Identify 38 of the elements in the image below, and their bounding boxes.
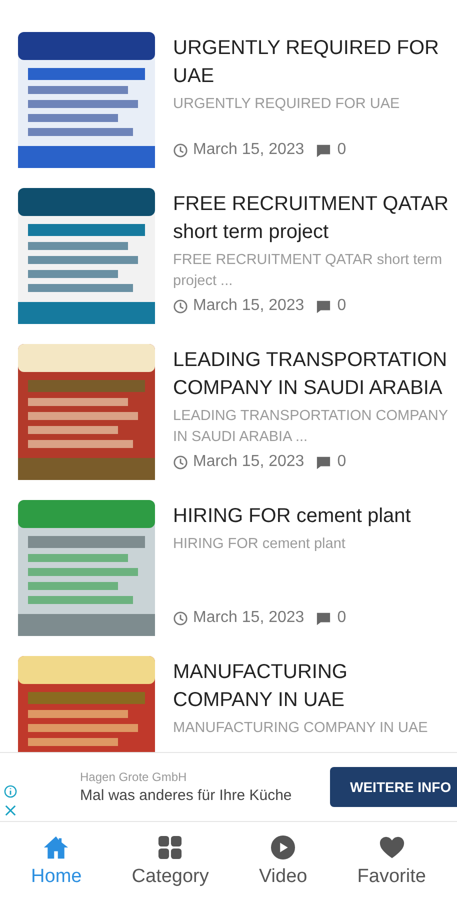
nav-tab[interactable]: Category	[132, 834, 209, 888]
post-title[interactable]: URGENTLY REQUIRED FOR UAE	[173, 34, 451, 90]
comment-icon	[316, 610, 332, 626]
comment-icon	[316, 142, 332, 158]
play-icon	[270, 834, 296, 860]
comment-count: 0	[337, 608, 346, 628]
clock-icon	[173, 610, 188, 626]
post-title[interactable]: FREE RECRUITMENT QATAR short term project	[173, 190, 451, 246]
ad-cta-button[interactable]: WEITERE INFO	[330, 767, 457, 807]
ad-headline: Mal was anderes für Ihre Küche	[80, 786, 293, 804]
info-icon[interactable]	[4, 785, 17, 798]
grid-icon	[157, 834, 184, 860]
clock-icon	[173, 454, 188, 470]
post-title[interactable]: HIRING FOR cement plant	[173, 502, 451, 530]
comment-icon	[316, 454, 332, 470]
nav-tab[interactable]: Favorite	[357, 834, 426, 888]
clock-icon	[173, 142, 188, 158]
heart-icon	[378, 834, 405, 860]
clock-icon	[173, 298, 188, 314]
post-title[interactable]: LEADING TRANSPORTATION COMPANY IN SAUDI ARABIA	[173, 346, 451, 402]
post-date: March 15, 2023	[193, 140, 304, 160]
comment-count: 0	[337, 452, 346, 472]
post-excerpt: LEADING TRANSPORTATION COMPANY IN SAUDI ARABIA ...	[173, 407, 449, 447]
close-icon[interactable]	[4, 804, 17, 817]
post-excerpt: FREE RECRUITMENT QATAR short term project ...	[173, 251, 444, 291]
post-excerpt: URGENTLY REQUIRED FOR UAE	[173, 95, 401, 114]
advertiser-name: Hagen Grote GmbH	[80, 770, 188, 784]
comment-count: 0	[337, 140, 346, 160]
post-date: March 15, 2023	[193, 608, 304, 628]
post-title[interactable]: MANUFACTURING COMPANY IN UAE	[173, 658, 451, 714]
post-date: March 15, 2023	[193, 452, 304, 472]
post-excerpt: HIRING FOR cement plant	[173, 535, 346, 554]
home-icon	[43, 834, 70, 860]
post-excerpt: MANUFACTURING COMPANY IN UAE	[173, 719, 429, 738]
comment-icon	[316, 298, 332, 314]
post-date: March 15, 2023	[193, 296, 304, 316]
nav-tab[interactable]: Video	[258, 834, 308, 888]
comment-count: 0	[337, 296, 346, 316]
